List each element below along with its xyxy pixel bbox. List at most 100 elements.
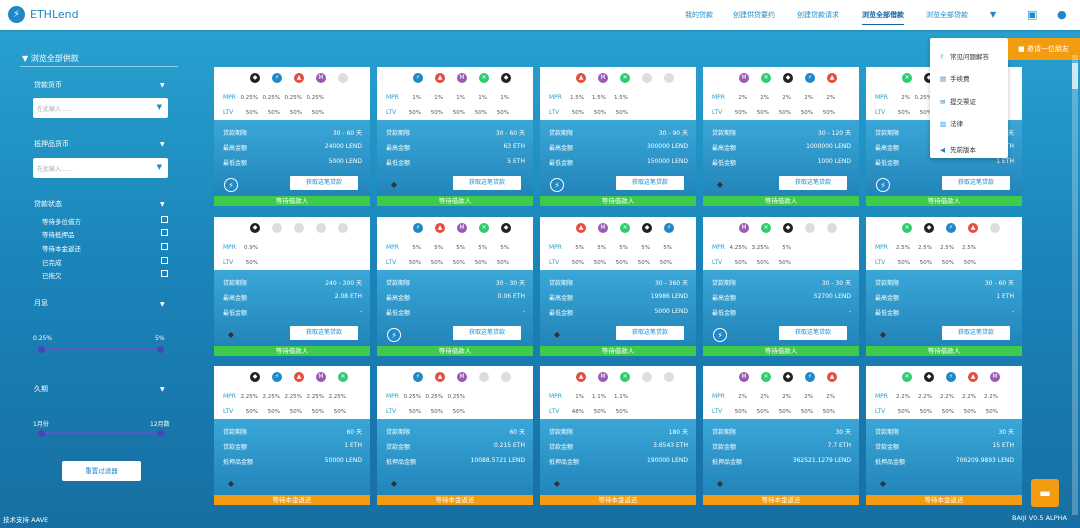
get-loan-button[interactable]: 获取这笔贷款 [616, 326, 684, 340]
ltv-value: 50% [245, 260, 258, 266]
token-icons: ◆ ⚡ ▲ M ✕ [214, 366, 370, 389]
mpr-value: 2% [738, 394, 747, 400]
chevron-down-icon[interactable]: ▼ [160, 386, 165, 393]
ltv-value: 50% [941, 409, 954, 415]
status-checkbox[interactable] [161, 270, 168, 277]
status-checkbox[interactable] [161, 229, 168, 236]
get-loan-button[interactable]: 获取这笔贷款 [779, 176, 847, 190]
menu-item-faq[interactable]: ? 常见问题解答 [940, 51, 989, 61]
token-icon [479, 372, 489, 382]
mpr-value: 2% [804, 394, 813, 400]
chat-button[interactable]: ▬ [1031, 479, 1059, 507]
mpr-value: 4.25% [729, 245, 747, 251]
user-icon[interactable]: ● [1057, 8, 1067, 21]
loan-currency-input[interactable]: 在此输入…… ▼ [33, 98, 168, 118]
secondary-label: 最低金额 [223, 310, 248, 317]
token-icon: ◆ [642, 223, 652, 233]
get-loan-button[interactable]: 获取这笔贷款 [453, 326, 521, 340]
ltv-value: 50% [311, 110, 324, 116]
term-label: 贷款期限 [549, 429, 574, 436]
get-loan-button[interactable]: 获取这笔贷款 [942, 176, 1010, 190]
loan-card[interactable]: ⚡ ▲ M ✕ ◆ MPR LTV 5% 50% 5% 50% 5% 50% 5% 50% 5% 50% 贷款期限… [377, 217, 533, 356]
wallet-icon[interactable]: ▣ [1027, 8, 1037, 21]
invite-friend-button[interactable]: ■ 邀请一位朋友 [1008, 38, 1080, 60]
status-checkbox[interactable] [161, 243, 168, 250]
loan-card[interactable]: ⚡ ▲ M ✕ ◆ MPR LTV 1% 50% 1% 50% 1% 50% 1% 50% 1% 50% 贷款期限… [377, 67, 533, 206]
loan-card[interactable]: M ✕ ◆ MPR LTV 4.25% 50% 3.25% 50% 5% 50% 贷款期限 30 - 3… [703, 217, 859, 356]
amount-value: 1 ETH [344, 442, 362, 449]
token-icon [338, 73, 348, 83]
ltv-label: LTV [386, 259, 397, 266]
scrollbar-thumb[interactable] [1072, 63, 1078, 89]
menu-item-ticket[interactable]: ✉ 提交票证 [940, 96, 976, 106]
term-value: 60 天 [346, 429, 362, 436]
menu-item-previous-version[interactable]: ◀ 先前版本 [940, 144, 976, 154]
secondary-label: 最低金额 [875, 310, 900, 317]
secondary-value: 362521.1279 LEND [792, 457, 851, 464]
slider-handle[interactable] [157, 345, 164, 353]
duration-slider[interactable] [38, 429, 164, 437]
back-icon: ◀ [940, 146, 945, 154]
ltv-value: 50% [474, 260, 487, 266]
term-label: 贷款期限 [386, 429, 411, 436]
loan-card[interactable]: ◆ ⚡ ▲ M MPR LTV 0.25% 50% 0.25% 50% 0.25% 50% 0.25% 5… [214, 67, 370, 206]
token-icon: ▲ [435, 372, 445, 382]
loan-card[interactable]: ▲ M ✕ ◆ ⚡ MPR LTV 5% 50% 5% 50% 5% 50% 5% 50% 5% 50% 贷款期限… [540, 217, 696, 356]
reset-filter-button[interactable]: 重置过滤器 [62, 461, 141, 481]
scrollbar[interactable] [1072, 55, 1078, 515]
loan-card[interactable]: ◆ MPR LTV 0.9% 50% 贷款期限 240 - 300 天最高金额 2.08 ET… [214, 217, 370, 356]
collateral-currency-input[interactable]: 在此输入…… ▼ [33, 158, 168, 178]
mpr-label: MPR [712, 393, 725, 400]
mpr-value: 5% [619, 245, 628, 251]
get-loan-button[interactable]: 获取这笔贷款 [942, 326, 1010, 340]
loan-card[interactable]: ▲ M ✕ MPR LTV 1% 48% 1.1% 50% 1.1% 50% 贷款期限 180 天贷款金… [540, 366, 696, 505]
chevron-down-icon[interactable]: ▼ [160, 141, 165, 148]
token-icon: ⚡ [413, 73, 423, 83]
loan-card[interactable]: ▲ M ✕ MPR LTV 1.5% 50% 1.5% 50% 1.5% 50% 贷款期限 30 - 9… [540, 67, 696, 206]
nav-my-loans[interactable]: 我的贷款 [685, 10, 713, 20]
chevron-down-icon[interactable]: ▼ [990, 10, 996, 19]
nav-create-request[interactable]: 创建贷款请求 [797, 10, 839, 20]
rate-slider[interactable] [38, 345, 164, 353]
loan-card[interactable]: M ✕ ◆ ⚡ ▲ MPR LTV 2% 50% 2% 50% 2% 50% 2% 50% 2% 50% 贷款期限… [703, 67, 859, 206]
term-label: 贷款期限 [712, 280, 737, 287]
token-icon: M [598, 372, 608, 382]
status-badge: 等待借款人 [703, 196, 859, 206]
term-label: 贷款期限 [223, 130, 248, 137]
chevron-down-icon[interactable]: ▼ [160, 82, 165, 89]
token-icons: ⚡ ▲ M ✕ ◆ [377, 67, 533, 90]
slider-handle[interactable] [157, 429, 164, 437]
dropdown-icon[interactable]: ▼ [157, 103, 162, 111]
loan-card[interactable]: ✕ ◆ ⚡ ▲ M MPR LTV 2.2% 50% 2.2% 50% 2.2% 50% 2.2% 50% 2… [866, 366, 1022, 505]
loan-card[interactable]: ◆ ⚡ ▲ M ✕ MPR LTV 2.25% 50% 2.25% 50% 2.25% 50% 2.25%… [214, 366, 370, 505]
get-loan-button[interactable]: 获取这笔贷款 [290, 176, 358, 190]
dropdown-icon[interactable]: ▼ [157, 163, 162, 171]
term-value: 30 - 30 天 [495, 280, 525, 287]
get-loan-button[interactable]: 获取这笔贷款 [290, 326, 358, 340]
menu-item-legal[interactable]: ▥ 法律 [940, 118, 963, 128]
mpr-value: 3.25% [751, 245, 769, 251]
logo-icon[interactable]: ⚡ [8, 6, 25, 23]
loan-card[interactable]: ✕ ◆ ⚡ ▲ MPR LTV 2.5% 50% 2.5% 50% 2.5% 50% 2.5% 50% 贷款… [866, 217, 1022, 356]
get-loan-button[interactable]: 获取这笔贷款 [453, 176, 521, 190]
ltv-value: 50% [919, 110, 932, 116]
token-icon: ◆ [250, 223, 260, 233]
nav-create-offer[interactable]: 创建供贷要约 [733, 10, 775, 20]
token-icon: ◆ [924, 372, 934, 382]
slider-handle[interactable] [38, 345, 45, 353]
token-icons: ✕ ◆ ⚡ ▲ [866, 217, 1022, 240]
nav-browse-borrowings[interactable]: 浏览全部借款 [862, 10, 904, 25]
brand-name[interactable]: ETHLend [30, 8, 79, 21]
get-loan-button[interactable]: 获取这笔贷款 [616, 176, 684, 190]
chevron-down-icon[interactable]: ▼ [160, 301, 165, 308]
loan-card[interactable]: ⚡ ▲ M MPR LTV 0.25% 50% 0.25% 50% 0.25% 50% 贷款期限 60 … [377, 366, 533, 505]
status-checkbox[interactable] [161, 216, 168, 223]
nav-browse-loans[interactable]: 浏览全部贷款 [926, 10, 968, 20]
term-label: 贷款期限 [223, 280, 248, 287]
slider-handle[interactable] [38, 429, 45, 437]
menu-item-fees[interactable]: ▤ 手续费 [940, 73, 970, 83]
loan-card[interactable]: M ✕ ◆ ⚡ ▲ MPR LTV 2% 50% 2% 50% 2% 50% 2% 50% 2% 50% 贷款期限… [703, 366, 859, 505]
get-loan-button[interactable]: 获取这笔贷款 [779, 326, 847, 340]
status-checkbox[interactable] [161, 257, 168, 264]
chevron-down-icon[interactable]: ▼ [160, 201, 165, 208]
